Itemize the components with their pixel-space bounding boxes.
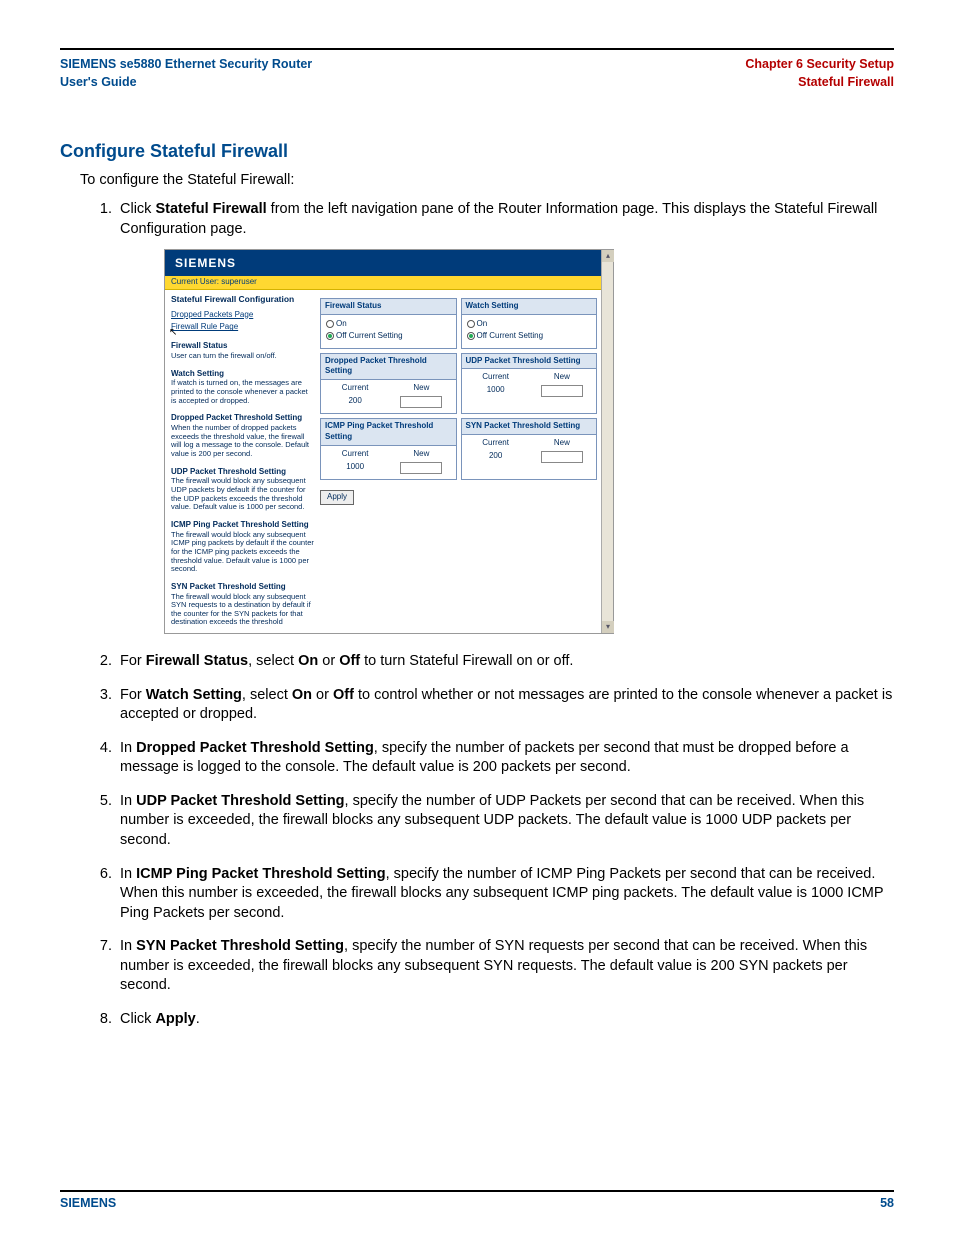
input-syn-new[interactable] [541, 451, 583, 463]
panel-syn-threshold: SYN Packet Threshold Setting Current200 … [461, 418, 598, 480]
header-left-line2: User's Guide [60, 74, 312, 92]
page-header: SIEMENS se5880 Ethernet Security Router … [60, 54, 894, 97]
input-icmp-new[interactable] [400, 462, 442, 474]
user-bar: Current User: superuser [165, 276, 613, 290]
radio-watch-on[interactable] [467, 320, 475, 328]
input-dropped-new[interactable] [400, 396, 442, 408]
steps-list: Click Stateful Firewall from the left na… [86, 200, 894, 1030]
step-1: Click Stateful Firewall from the left na… [116, 200, 894, 634]
section-heading: Configure Stateful Firewall [60, 141, 894, 162]
panel-watch-setting: Watch Setting On Off Current Setting [461, 298, 598, 348]
cursor-icon: ↖ [169, 326, 177, 340]
panel-dropped-threshold: Dropped Packet Threshold Setting Current… [320, 353, 457, 415]
radio-off[interactable] [326, 332, 334, 340]
step-5: In UDP Packet Threshold Setting, specify… [116, 792, 894, 851]
footer-page-number: 58 [880, 1196, 894, 1210]
panel-firewall-status: Firewall Status On Off Current Setting [320, 298, 457, 348]
link-firewall-rule[interactable]: Firewall Rule Page [171, 322, 314, 333]
header-right-line1: Chapter 6 Security Setup [745, 56, 894, 74]
radio-watch-off[interactable] [467, 332, 475, 340]
apply-button[interactable]: Apply [320, 490, 354, 505]
intro-text: To configure the Stateful Firewall: [80, 172, 894, 188]
step-7: In SYN Packet Threshold Setting, specify… [116, 937, 894, 996]
panel-icmp-threshold: ICMP Ping Packet Threshold Setting Curre… [320, 418, 457, 480]
sidebar-title: Stateful Firewall Configuration [171, 294, 314, 305]
step-4: In Dropped Packet Threshold Setting, spe… [116, 739, 894, 778]
brand-bar: SIEMENS [165, 250, 613, 276]
scrollbar[interactable]: ▴ ▾ [601, 250, 613, 633]
page-footer: SIEMENS 58 [60, 1190, 894, 1210]
radio-on[interactable] [326, 320, 334, 328]
link-dropped-packets[interactable]: Dropped Packets Page [171, 310, 314, 321]
input-udp-new[interactable] [541, 385, 583, 397]
shot-sidebar: ↖ Stateful Firewall Configuration Droppe… [165, 290, 320, 633]
step-8: Click Apply. [116, 1010, 894, 1030]
header-left-line1: SIEMENS se5880 Ethernet Security Router [60, 56, 312, 74]
footer-brand: SIEMENS [60, 1196, 116, 1210]
step-2: For Firewall Status, select On or Off to… [116, 652, 894, 672]
top-rule [60, 48, 894, 50]
panel-udp-threshold: UDP Packet Threshold Setting Current1000… [461, 353, 598, 415]
header-right-line2: Stateful Firewall [745, 74, 894, 92]
scroll-up-icon[interactable]: ▴ [602, 250, 614, 262]
step-6: In ICMP Ping Packet Threshold Setting, s… [116, 865, 894, 924]
screenshot: ▴ ▾ SIEMENS Current User: superuser ↖ St… [164, 249, 614, 634]
step-3: For Watch Setting, select On or Off to c… [116, 686, 894, 725]
scroll-down-icon[interactable]: ▾ [602, 621, 614, 633]
shot-main: Firewall Status On Off Current Setting W… [320, 290, 613, 633]
